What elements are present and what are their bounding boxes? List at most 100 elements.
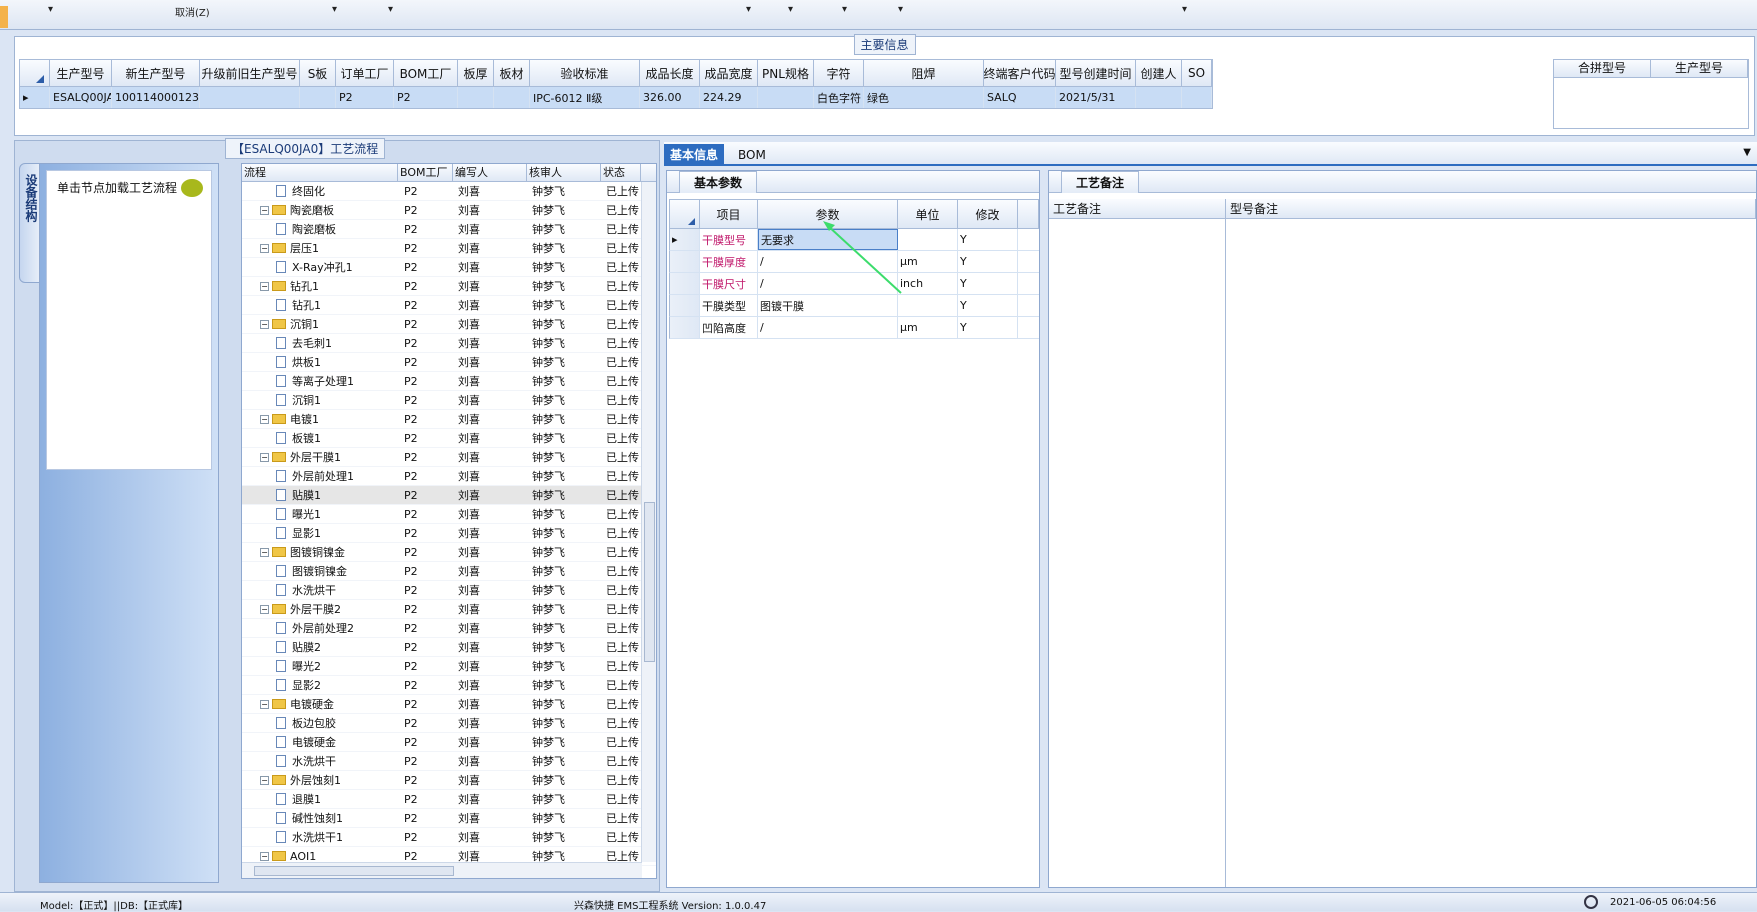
document-icon (276, 641, 286, 653)
side-tab-equipment[interactable]: 设备结构 (19, 163, 41, 283)
cancel-button[interactable]: 取消(Z) (175, 4, 210, 19)
collapse-icon[interactable]: − (260, 205, 269, 215)
tree-row[interactable]: − 外层干膜2 P2 刘喜 钟梦飞 已上传 (242, 600, 656, 619)
tree-row[interactable]: 钻孔1 P2 刘喜 钟梦飞 已上传 (242, 296, 656, 315)
collapse-icon[interactable]: − (260, 243, 269, 253)
tree-row[interactable]: 水洗烘干 P2 刘喜 钟梦飞 已上传 (242, 752, 656, 771)
dropdown-arrow-icon[interactable]: ▾ (788, 4, 793, 15)
grid-cell[interactable] (1182, 87, 1212, 108)
tree-row[interactable]: 板边包胶 P2 刘喜 钟梦飞 已上传 (242, 714, 656, 733)
grid-cell[interactable]: 326.00 (640, 87, 700, 108)
tree-row[interactable]: − 图镀铜镍金 P2 刘喜 钟梦飞 已上传 (242, 543, 656, 562)
tree-row[interactable]: 外层前处理2 P2 刘喜 钟梦飞 已上传 (242, 619, 656, 638)
dropdown-arrow-icon[interactable]: ▾ (1182, 4, 1187, 15)
grid-cell[interactable]: P2 (394, 87, 458, 108)
tab-basic-info[interactable]: 基本信息 (664, 144, 725, 166)
vertical-scrollbar[interactable] (641, 182, 656, 862)
reviewer-cell: 钟梦飞 (532, 679, 565, 692)
reviewer-cell: 钟梦飞 (532, 375, 565, 388)
tree-row[interactable]: 贴膜1 P2 刘喜 钟梦飞 已上传 (242, 486, 656, 505)
tab-basic-params[interactable]: 基本参数 (679, 171, 758, 193)
grid-cell[interactable]: IPC-6012 Ⅱ级 (530, 87, 640, 108)
grid-cell[interactable] (1136, 87, 1182, 108)
tree-row[interactable]: − 沉铜1 P2 刘喜 钟梦飞 已上传 (242, 315, 656, 334)
param-value-cell[interactable]: 图镀干膜 (758, 295, 898, 316)
tree-row[interactable]: 曝光1 P2 刘喜 钟梦飞 已上传 (242, 505, 656, 524)
grid-cell[interactable]: SALQ (984, 87, 1056, 108)
collapse-icon[interactable]: − (260, 699, 269, 709)
grid-cell[interactable]: 2021/5/31 (1056, 87, 1136, 108)
tree-row[interactable]: − 层压1 P2 刘喜 钟梦飞 已上传 (242, 239, 656, 258)
tree-row[interactable]: − 钻孔1 P2 刘喜 钟梦飞 已上传 (242, 277, 656, 296)
collapse-icon[interactable]: − (260, 319, 269, 329)
tab-bom[interactable]: BOM (732, 144, 772, 166)
writer-cell: 刘喜 (458, 223, 480, 236)
grid-cell[interactable] (494, 87, 530, 108)
main-info-row[interactable]: ▸ESALQ00JA010011400012350 P2P2 IPC-6012 Ⅱ级… (19, 87, 1213, 109)
tree-node-label: 去毛刺1 (292, 337, 332, 350)
collapse-icon[interactable]: − (260, 452, 269, 462)
grid-cell[interactable] (758, 87, 814, 108)
tree-row[interactable]: 电镀硬金 P2 刘喜 钟梦飞 已上传 (242, 733, 656, 752)
tab-process-remarks[interactable]: 工艺备注 (1061, 171, 1140, 193)
grid-cell[interactable]: 绿色 (864, 87, 984, 108)
tree-row[interactable]: 显影1 P2 刘喜 钟梦飞 已上传 (242, 524, 656, 543)
tree-row[interactable]: 等离子处理1 P2 刘喜 钟梦飞 已上传 (242, 372, 656, 391)
tree-row[interactable]: 显影2 P2 刘喜 钟梦飞 已上传 (242, 676, 656, 695)
tree-row[interactable]: 碱性蚀刻1 P2 刘喜 钟梦飞 已上传 (242, 809, 656, 828)
process-tree[interactable]: 流程 BOM工厂 编写人 核审人 状态 终固化 P2 刘喜 钟梦飞 已上传 − 陶瓷磨板 P2 刘喜 钟梦… (241, 163, 657, 879)
tree-row[interactable]: X-Ray冲孔1 P2 刘喜 钟梦飞 已上传 (242, 258, 656, 277)
tree-row[interactable]: − 陶瓷磨板 P2 刘喜 钟梦飞 已上传 (242, 201, 656, 220)
writer-cell: 刘喜 (458, 603, 480, 616)
tree-row[interactable]: 水洗烘干1 P2 刘喜 钟梦飞 已上传 (242, 828, 656, 847)
param-value-cell[interactable]: / (758, 317, 898, 338)
tree-row[interactable]: 陶瓷磨板 P2 刘喜 钟梦飞 已上传 (242, 220, 656, 239)
dropdown-arrow-icon[interactable]: ▾ (898, 4, 903, 15)
tree-row[interactable]: 贴膜2 P2 刘喜 钟梦飞 已上传 (242, 638, 656, 657)
tree-row[interactable]: − 电镀1 P2 刘喜 钟梦飞 已上传 (242, 410, 656, 429)
param-row[interactable]: 干膜类型 图镀干膜 Y (669, 295, 1039, 317)
tree-row[interactable]: − 外层干膜1 P2 刘喜 钟梦飞 已上传 (242, 448, 656, 467)
horizontal-scrollbar[interactable] (242, 862, 642, 878)
status-cell: 已上传 (606, 356, 639, 369)
collapse-icon[interactable]: − (260, 775, 269, 785)
tree-row[interactable]: 终固化 P2 刘喜 钟梦飞 已上传 (242, 182, 656, 201)
collapse-icon[interactable]: − (260, 414, 269, 424)
load-hint-box[interactable]: 单击节点加载工艺流程 (46, 170, 212, 470)
chevron-down-icon[interactable]: ▼ (1743, 147, 1751, 158)
tree-row[interactable]: 曝光2 P2 刘喜 钟梦飞 已上传 (242, 657, 656, 676)
grid-cell[interactable] (458, 87, 494, 108)
param-modify-cell: Y (958, 317, 1018, 338)
dropdown-arrow-icon[interactable]: ▾ (48, 4, 53, 15)
grid-cell[interactable]: 白色字符 (814, 87, 864, 108)
grid-cell[interactable]: 10011400012350 (112, 87, 200, 108)
param-row[interactable]: 凹陷高度 / μm Y (669, 317, 1039, 339)
tree-row[interactable]: 退膜1 P2 刘喜 钟梦飞 已上传 (242, 790, 656, 809)
dropdown-arrow-icon[interactable]: ▾ (842, 4, 847, 15)
tree-row[interactable]: 沉铜1 P2 刘喜 钟梦飞 已上传 (242, 391, 656, 410)
tree-row[interactable]: − 外层蚀刻1 P2 刘喜 钟梦飞 已上传 (242, 771, 656, 790)
bom-factory-cell: P2 (404, 849, 418, 863)
collapse-icon[interactable]: − (260, 547, 269, 557)
dropdown-arrow-icon[interactable]: ▾ (332, 4, 337, 15)
writer-cell: 刘喜 (458, 660, 480, 673)
tree-row[interactable]: 板镀1 P2 刘喜 钟梦飞 已上传 (242, 429, 656, 448)
grid-cell[interactable]: ESALQ00JA0 (50, 87, 112, 108)
grid-cell[interactable] (300, 87, 336, 108)
grid-cell[interactable]: 224.29 (700, 87, 758, 108)
collapse-icon[interactable]: − (260, 604, 269, 614)
writer-cell: 刘喜 (458, 394, 480, 407)
tree-row[interactable]: − 电镀硬金 P2 刘喜 钟梦飞 已上传 (242, 695, 656, 714)
tree-row[interactable]: 去毛刺1 P2 刘喜 钟梦飞 已上传 (242, 334, 656, 353)
dropdown-arrow-icon[interactable]: ▾ (746, 4, 751, 15)
tree-node-label: 外层干膜1 (290, 451, 341, 464)
tree-row[interactable]: 图镀铜镍金 P2 刘喜 钟梦飞 已上传 (242, 562, 656, 581)
tree-row[interactable]: 外层前处理1 P2 刘喜 钟梦飞 已上传 (242, 467, 656, 486)
grid-cell[interactable] (200, 87, 300, 108)
collapse-icon[interactable]: − (260, 851, 269, 861)
collapse-icon[interactable]: − (260, 281, 269, 291)
tree-row[interactable]: 水洗烘干 P2 刘喜 钟梦飞 已上传 (242, 581, 656, 600)
dropdown-arrow-icon[interactable]: ▾ (388, 4, 393, 15)
tree-row[interactable]: 烘板1 P2 刘喜 钟梦飞 已上传 (242, 353, 656, 372)
grid-cell[interactable]: P2 (336, 87, 394, 108)
